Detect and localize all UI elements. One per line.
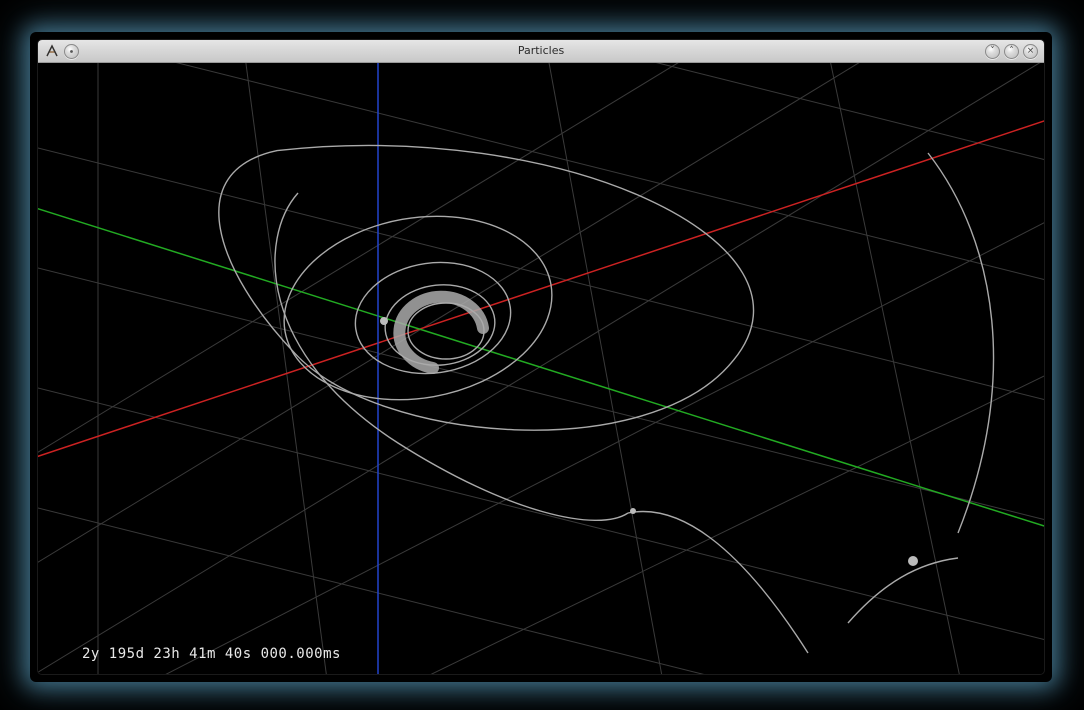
particles: [380, 317, 918, 566]
close-icon: ×: [1027, 46, 1035, 56]
chevron-up-icon: ˄: [1009, 46, 1014, 56]
y-axis: [38, 193, 1044, 543]
scene-canvas: [38, 63, 1044, 674]
desktop: Particles ˅ ˄ ×: [0, 0, 1084, 710]
simulation-viewport[interactable]: 2y 195d 23h 41m 40s 000.000ms: [38, 63, 1044, 674]
app-window: Particles ˅ ˄ ×: [38, 40, 1044, 674]
app-menu-icon[interactable]: [44, 43, 60, 59]
sticky-button[interactable]: [64, 44, 79, 59]
x-axis: [38, 103, 1044, 473]
close-button[interactable]: ×: [1023, 44, 1038, 59]
elapsed-time: 2y 195d 23h 41m 40s 000.000ms: [82, 646, 341, 662]
titlebar[interactable]: Particles ˅ ˄ ×: [38, 40, 1044, 63]
chevron-down-icon: ˅: [990, 46, 995, 56]
orbit-trails: [184, 100, 993, 653]
maximize-button[interactable]: ˄: [1004, 44, 1019, 59]
minimize-button[interactable]: ˅: [985, 44, 1000, 59]
window-title: Particles: [38, 40, 1044, 62]
